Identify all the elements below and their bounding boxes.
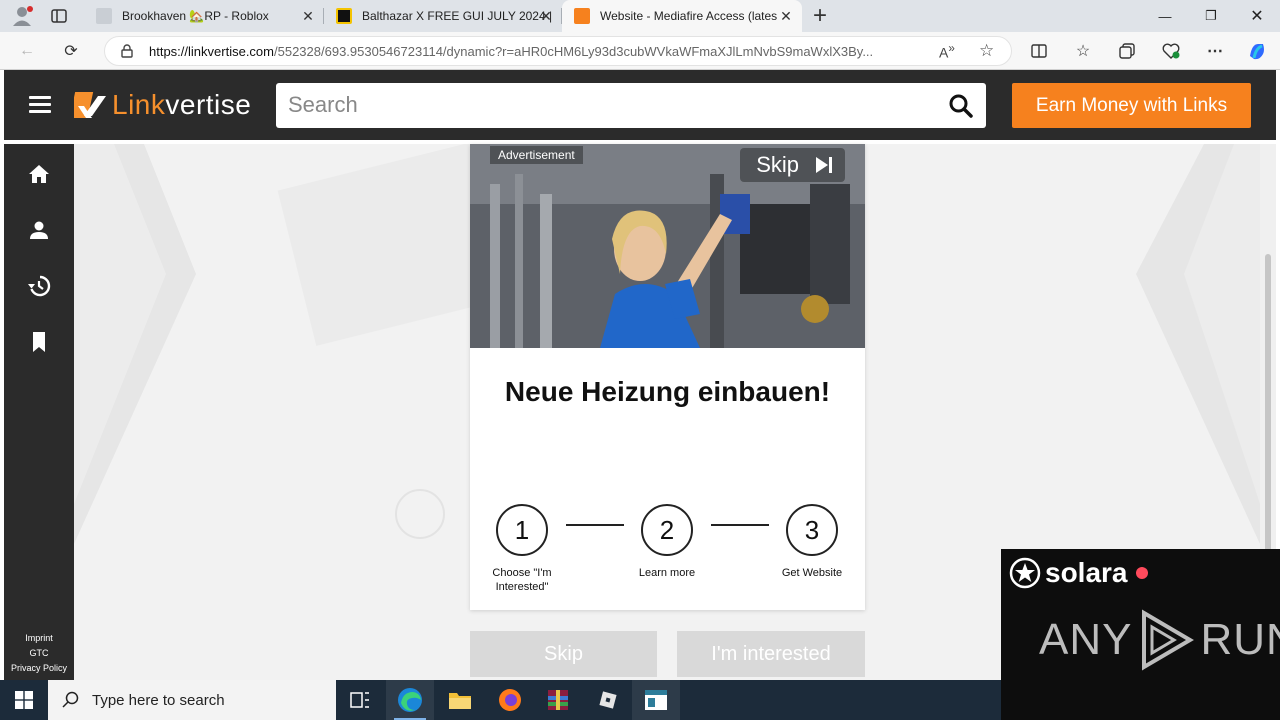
anyrun-play-icon xyxy=(1142,609,1195,671)
gtc-link[interactable]: GTC xyxy=(4,646,74,661)
privacy-policy-link[interactable]: Privacy Policy xyxy=(4,661,74,676)
profile-avatar[interactable] xyxy=(10,5,34,27)
ad-skip-button[interactable]: Skip xyxy=(740,148,845,182)
copilot-icon[interactable] xyxy=(1242,36,1272,66)
taskbar-search-placeholder: Type here to search xyxy=(92,691,225,709)
roblox-icon[interactable] xyxy=(584,680,632,720)
solara-overlay: solara ANY RUN xyxy=(1001,549,1280,720)
back-icon[interactable]: ← xyxy=(12,36,42,66)
site-search xyxy=(276,83,986,128)
new-tab-button[interactable]: + xyxy=(808,2,832,30)
address-bar[interactable]: https://linkvertise.com/552328/693.95305… xyxy=(104,36,1012,66)
windows-start-icon[interactable] xyxy=(0,680,48,720)
solara-name: solara xyxy=(1045,557,1128,588)
url-host: https://linkvertise.com xyxy=(149,44,274,59)
bookmark-icon[interactable] xyxy=(27,330,51,354)
search-icon[interactable] xyxy=(948,93,974,119)
collections-icon[interactable] xyxy=(1112,36,1142,66)
windows-taskbar: Type here to search xyxy=(0,680,1001,720)
close-icon[interactable]: ✕ xyxy=(778,8,794,24)
step-1: 1 Choose "I'm Interested" xyxy=(467,504,577,594)
task-view-icon[interactable] xyxy=(336,680,384,720)
browser-tab-strip: Brookhaven 🏡RP - Roblox ✕ Balthazar X FR… xyxy=(0,0,1280,32)
step-label: Get Website xyxy=(781,567,843,579)
status-dot xyxy=(1135,567,1148,579)
split-screen-icon[interactable] xyxy=(1024,36,1054,66)
browser-essentials-icon[interactable] xyxy=(1156,36,1186,66)
advertisement-label: Advertisement xyxy=(490,146,583,164)
favorite-star-icon[interactable]: ☆ xyxy=(979,41,994,61)
interested-button[interactable]: I'm interested xyxy=(677,631,865,677)
ad-skip-label: Skip xyxy=(756,152,799,177)
home-icon[interactable] xyxy=(27,162,51,186)
refresh-icon[interactable]: ⟳ xyxy=(56,36,86,66)
ad-headline: Neue Heizung einbauen! xyxy=(504,376,831,407)
url-text: https://linkvertise.com/552328/693.95305… xyxy=(149,44,929,59)
sidebar-footer-links: Imprint GTC Privacy Policy xyxy=(4,631,74,676)
anyrun-any: ANY xyxy=(1039,615,1133,664)
solara-title: solara xyxy=(1009,557,1148,589)
step-3: 3 Get Website xyxy=(757,504,867,580)
tab-mediafire[interactable]: Website - Mediafire Access (lates ✕ xyxy=(562,0,802,32)
step-label: Learn more xyxy=(638,567,696,579)
read-aloud-icon[interactable]: A» xyxy=(939,42,955,61)
ad-image[interactable]: Advertisement Skip xyxy=(470,144,865,348)
more-options-icon[interactable]: ⋯ xyxy=(1200,36,1230,66)
tab-balthazar[interactable]: Balthazar X FREE GUI JULY 2024 | # ✕ xyxy=(324,0,562,32)
edge-browser-icon[interactable] xyxy=(386,680,434,720)
restore-button[interactable]: ❐ xyxy=(1188,0,1234,32)
tab-title: Brookhaven 🏡RP - Roblox xyxy=(122,9,269,23)
search-input[interactable] xyxy=(288,91,928,119)
step-number: 3 xyxy=(786,504,838,556)
roblox-favicon-icon xyxy=(96,8,112,24)
brand-first: Link xyxy=(112,89,166,120)
close-icon[interactable]: ✕ xyxy=(538,8,554,24)
user-profile-icon[interactable] xyxy=(27,218,51,242)
lock-icon[interactable] xyxy=(121,44,133,58)
left-sidebar: Imprint GTC Privacy Policy xyxy=(4,144,74,680)
step-label: Choose "I'm Interested" xyxy=(492,567,552,593)
app-window-icon[interactable] xyxy=(632,680,680,720)
tab-actions-icon[interactable] xyxy=(50,8,68,24)
firefox-icon[interactable] xyxy=(486,680,534,720)
brand-name: Linkvertise xyxy=(112,89,251,121)
step-2: 2 Learn more xyxy=(612,504,722,580)
anyrun-watermark: ANY RUN xyxy=(1039,609,1280,671)
file-explorer-icon[interactable] xyxy=(436,680,484,720)
close-icon[interactable]: ✕ xyxy=(300,8,316,24)
window-close-button[interactable]: ✕ xyxy=(1234,0,1280,32)
tab-roblox[interactable]: Brookhaven 🏡RP - Roblox ✕ xyxy=(84,0,324,32)
linkvertise-logo-mark-icon xyxy=(74,92,106,118)
history-icon[interactable] xyxy=(27,274,51,298)
favorites-icon[interactable]: ☆ xyxy=(1068,36,1098,66)
browser-toolbar: ← ⟳ https://linkvertise.com/552328/693.9… xyxy=(0,32,1280,70)
minimize-button[interactable]: — xyxy=(1142,0,1188,32)
winrar-icon[interactable] xyxy=(534,680,582,720)
url-path: /552328/693.9530546723114/dynamic?r=aHR0… xyxy=(274,44,874,59)
imprint-link[interactable]: Imprint xyxy=(4,631,74,646)
linkvertise-logo[interactable]: Linkvertise xyxy=(74,88,251,122)
search-icon xyxy=(62,691,79,708)
solara-star-icon xyxy=(1009,557,1041,589)
ad-card: Advertisement Skip Neue Heizung einbauen… xyxy=(470,144,865,610)
hamburger-menu-icon[interactable] xyxy=(26,92,54,118)
step-number: 1 xyxy=(496,504,548,556)
balthazar-favicon-icon xyxy=(336,8,352,24)
skip-next-icon xyxy=(816,157,832,173)
taskbar-search[interactable]: Type here to search xyxy=(48,680,336,720)
earn-money-button[interactable]: Earn Money with Links xyxy=(1012,83,1251,128)
skip-button[interactable]: Skip xyxy=(470,631,657,677)
site-header: Linkvertise Earn Money with Links xyxy=(4,70,1276,140)
tab-title: Balthazar X FREE GUI JULY 2024 | # xyxy=(362,9,552,23)
linkvertise-favicon-icon xyxy=(574,8,590,24)
tab-title: Website - Mediafire Access (lates xyxy=(600,9,778,23)
anyrun-run: RUN xyxy=(1200,615,1280,664)
step-number: 2 xyxy=(641,504,693,556)
brand-rest: vertise xyxy=(165,89,252,120)
